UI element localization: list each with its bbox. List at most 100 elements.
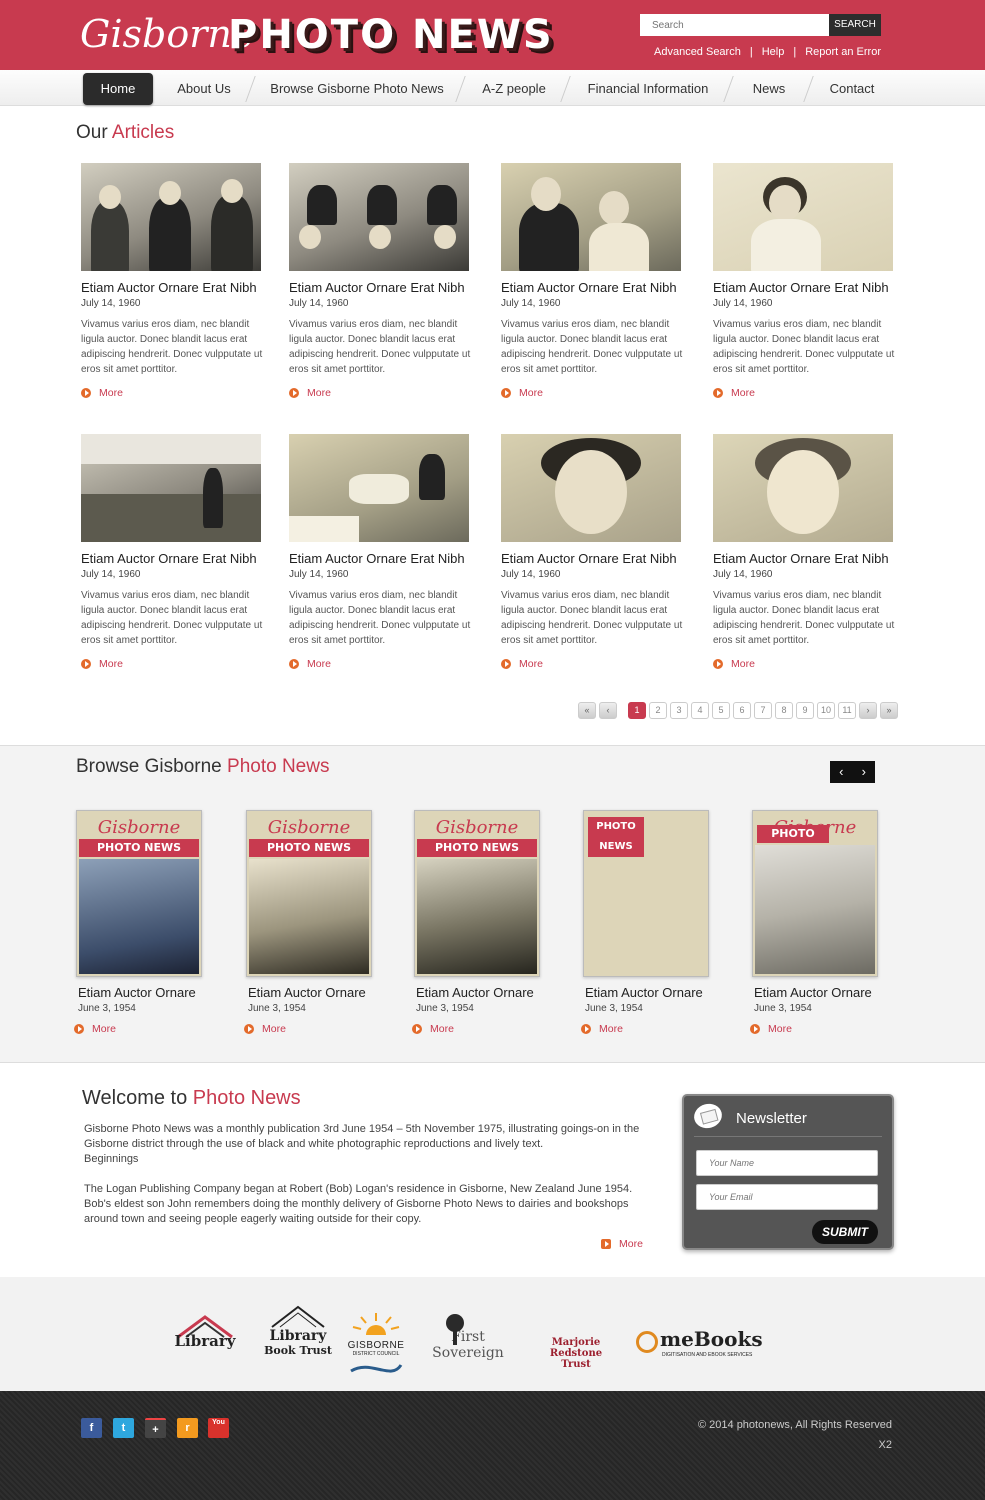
- page-link[interactable]: 3: [670, 702, 688, 719]
- issue-cover[interactable]: Gisborne PHOTO NEWS: [752, 810, 878, 977]
- issue-title[interactable]: Etiam Auctor Ornare: [248, 985, 398, 1000]
- mebooks-name: meBooks: [660, 1327, 763, 1351]
- article-card: Etiam Auctor Ornare Erat Nibh July 14, 1…: [713, 434, 903, 670]
- issue-cover[interactable]: Gisborne PHOTO NEWS: [414, 810, 540, 977]
- nav-browse[interactable]: Browse Gisborne Photo News: [262, 73, 452, 105]
- arrow-circle-icon: [81, 659, 91, 669]
- cover-script: Gisborne: [267, 817, 351, 838]
- article-photo[interactable]: [289, 163, 469, 271]
- article-more-link[interactable]: More: [501, 658, 691, 670]
- article-photo[interactable]: [501, 434, 681, 542]
- first-page-icon[interactable]: «: [578, 702, 596, 719]
- prev-page-icon[interactable]: ‹: [599, 702, 617, 719]
- article-more-link[interactable]: More: [289, 658, 479, 670]
- page-link[interactable]: 2: [649, 702, 667, 719]
- name-field[interactable]: [696, 1150, 878, 1176]
- article-more-link[interactable]: More: [501, 387, 691, 399]
- newsletter-divider: [694, 1136, 882, 1137]
- article-title[interactable]: Etiam Auctor Ornare Erat Nibh: [81, 280, 271, 295]
- nav-news[interactable]: News: [740, 73, 798, 105]
- article-more-link[interactable]: More: [81, 658, 271, 670]
- logo-title[interactable]: PHOTO NEWS: [228, 12, 554, 58]
- library-name: Library: [174, 1332, 236, 1350]
- article-description: Vivamus varius eros diam, nec blandit li…: [81, 590, 263, 646]
- report-error-link[interactable]: Report an Error: [805, 46, 881, 58]
- gisborne-council-logo[interactable]: GISBORNE DISTRICT COUNCIL: [341, 1313, 411, 1384]
- email-field[interactable]: [696, 1184, 878, 1210]
- issue-title[interactable]: Etiam Auctor Ornare: [754, 985, 904, 1000]
- article-title[interactable]: Etiam Auctor Ornare Erat Nibh: [501, 551, 691, 566]
- article-photo[interactable]: [81, 434, 261, 542]
- issue-cover[interactable]: PHOTO NEWS: [583, 810, 709, 977]
- cover-band: PHOTO NEWS: [757, 825, 829, 858]
- issue-more-link[interactable]: More: [581, 1023, 735, 1035]
- nav-a-z-people[interactable]: A-Z people: [472, 73, 556, 105]
- nav-home[interactable]: Home: [83, 73, 153, 105]
- issue-title[interactable]: Etiam Auctor Ornare: [416, 985, 566, 1000]
- header-links: Advanced Search | Help | Report an Error: [654, 46, 881, 58]
- article-more-link[interactable]: More: [81, 387, 271, 399]
- help-link[interactable]: Help: [762, 46, 785, 58]
- page-link[interactable]: 5: [712, 702, 730, 719]
- article-title[interactable]: Etiam Auctor Ornare Erat Nibh: [289, 280, 479, 295]
- page-link[interactable]: 1: [628, 702, 646, 719]
- chevron-right-icon[interactable]: ›: [853, 761, 876, 783]
- page-link[interactable]: 8: [775, 702, 793, 719]
- welcome-more-link[interactable]: More: [601, 1238, 643, 1250]
- article-title[interactable]: Etiam Auctor Ornare Erat Nibh: [713, 280, 903, 295]
- issue-cover[interactable]: Gisborne PHOTO NEWS: [246, 810, 372, 977]
- arrow-circle-icon: [74, 1024, 84, 1034]
- issue-more-link[interactable]: More: [750, 1023, 904, 1035]
- issue-more-link[interactable]: More: [244, 1023, 398, 1035]
- marjorie-redstone-logo[interactable]: Marjorie Redstone Trust: [526, 1337, 626, 1370]
- issue-more-link[interactable]: More: [412, 1023, 566, 1035]
- search-input[interactable]: [640, 14, 829, 36]
- article-photo[interactable]: [713, 163, 893, 271]
- article-more-link[interactable]: More: [713, 658, 903, 670]
- issue-date: June 3, 1954: [585, 1003, 643, 1014]
- last-page-icon[interactable]: »: [880, 702, 898, 719]
- article-photo[interactable]: [713, 434, 893, 542]
- article-title[interactable]: Etiam Auctor Ornare Erat Nibh: [713, 551, 903, 566]
- nav-divider: [723, 76, 734, 102]
- page-link[interactable]: 4: [691, 702, 709, 719]
- first-sovereign-logo[interactable]: First Sovereign: [418, 1314, 518, 1361]
- arrow-circle-icon: [713, 659, 723, 669]
- page-link[interactable]: 10: [817, 702, 835, 719]
- chevron-left-icon[interactable]: ‹: [830, 761, 853, 783]
- issue-more-link[interactable]: More: [74, 1023, 228, 1035]
- nav-contact[interactable]: Contact: [820, 73, 884, 105]
- issue-cover[interactable]: Gisborne PHOTO NEWS: [76, 810, 202, 977]
- article-photo[interactable]: [289, 434, 469, 542]
- page-link[interactable]: 11: [838, 702, 856, 719]
- page-link[interactable]: 7: [754, 702, 772, 719]
- rss-icon[interactable]: r: [177, 1418, 198, 1438]
- library-logo[interactable]: Library: [172, 1307, 238, 1350]
- submit-button[interactable]: SUBMIT: [812, 1220, 878, 1244]
- nav-divider: [455, 76, 466, 102]
- library-book-trust-logo[interactable]: Library Book Trust: [262, 1299, 334, 1357]
- article-more-link[interactable]: More: [713, 387, 903, 399]
- nav-financial-information[interactable]: Financial Information: [577, 73, 719, 105]
- facebook-icon[interactable]: f: [81, 1418, 102, 1438]
- article-title[interactable]: Etiam Auctor Ornare Erat Nibh: [289, 551, 479, 566]
- advanced-search-link[interactable]: Advanced Search: [654, 46, 741, 58]
- twitter-icon[interactable]: t: [113, 1418, 134, 1438]
- article-photo[interactable]: [81, 163, 261, 271]
- youtube-icon[interactable]: You: [208, 1418, 229, 1438]
- article-title[interactable]: Etiam Auctor Ornare Erat Nibh: [81, 551, 271, 566]
- nav-about-us[interactable]: About Us: [165, 73, 243, 105]
- next-page-icon[interactable]: ›: [859, 702, 877, 719]
- page-link[interactable]: 6: [733, 702, 751, 719]
- google-plus-icon[interactable]: +: [145, 1418, 166, 1438]
- article-photo[interactable]: [501, 163, 681, 271]
- more-label: More: [99, 658, 123, 670]
- issue-title[interactable]: Etiam Auctor Ornare: [585, 985, 735, 1000]
- issue-date: June 3, 1954: [248, 1003, 306, 1014]
- page-link[interactable]: 9: [796, 702, 814, 719]
- article-title[interactable]: Etiam Auctor Ornare Erat Nibh: [501, 280, 691, 295]
- search-button[interactable]: SEARCH: [829, 14, 881, 36]
- issue-title[interactable]: Etiam Auctor Ornare: [78, 985, 228, 1000]
- more-label: More: [768, 1023, 792, 1035]
- article-more-link[interactable]: More: [289, 387, 479, 399]
